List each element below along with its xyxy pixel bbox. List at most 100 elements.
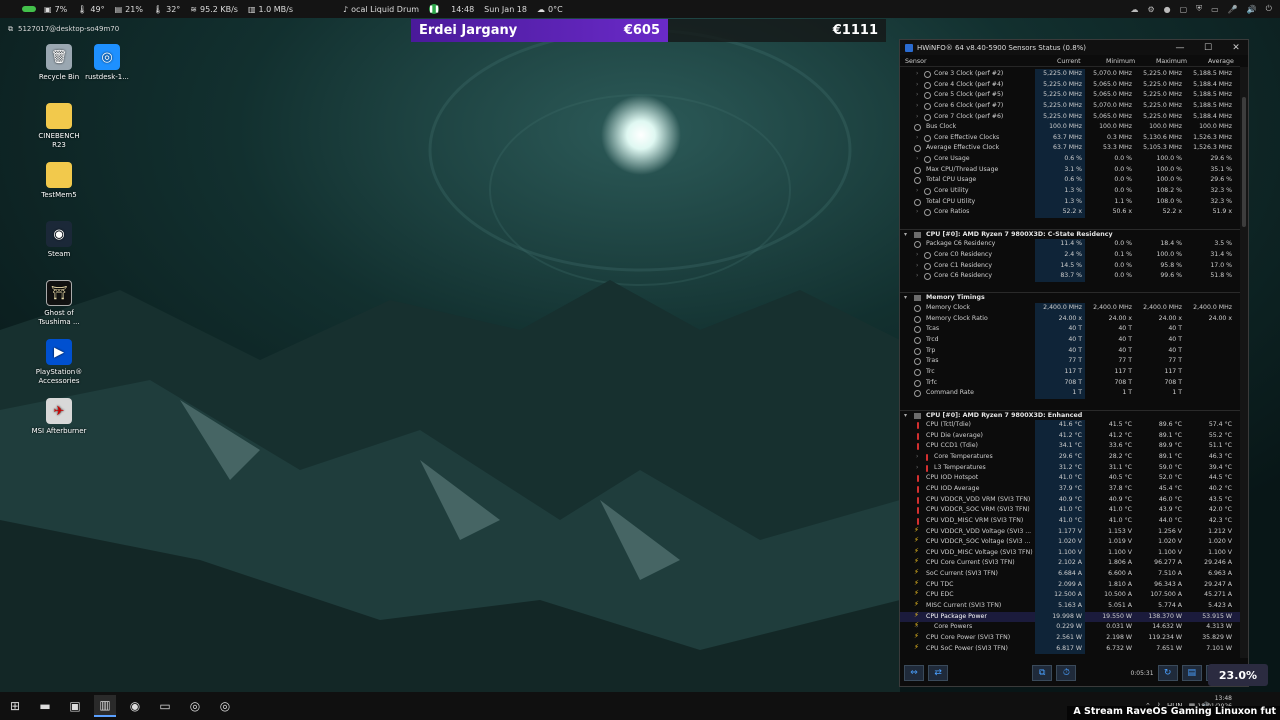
obs-icon[interactable]: ◉ (124, 695, 146, 717)
col-minimum[interactable]: Minimum (1106, 58, 1135, 65)
sensor-row[interactable]: Max CPU/Thread Usage 3.1 % 0.0 % 100.0 % 35.… (900, 164, 1240, 176)
shield-icon[interactable]: ⛨ (1196, 4, 1202, 14)
col-sensor[interactable]: Sensor (905, 58, 927, 65)
network-icon[interactable]: ⧉ (1032, 665, 1053, 681)
sensor-row[interactable]: › Core Ratios 52.2 x 50.6 x 52.2 x 51.9 x (900, 207, 1240, 218)
sensor-row[interactable]: CPU IOD Hotspot 41.0 °C 40.5 °C 52.0 °C 44.5… (900, 473, 1240, 484)
hwinfo-taskbar-icon[interactable]: ▥ (94, 695, 116, 717)
expand-arrow-icon[interactable]: › (916, 207, 918, 218)
maximize-button[interactable]: ☐ (1194, 40, 1222, 55)
sensor-scrollbar[interactable] (1240, 67, 1248, 658)
sensor-row[interactable]: Trcd 40 T 40 T 40 T (900, 335, 1240, 346)
sensor-row[interactable]: CPU VDDCR_SOC VRM (SVI3 TFN) 41.0 °C 41.0 … (900, 505, 1240, 516)
sensor-row[interactable]: CPU Core Power (SVI3 TFN) 2.561 W 2.198 W1… (900, 631, 1240, 644)
expand-arrow-icon[interactable]: › (916, 271, 918, 282)
sensor-row[interactable]: CPU VDDCR_VDD VRM (SVI3 TFN) 40.9 °C 40.9 … (900, 494, 1240, 506)
settings-icon[interactable]: ⚙ (1147, 5, 1154, 14)
sensor-row[interactable]: Trp 40 T 40 T 40 T (900, 345, 1240, 357)
sensor-row[interactable]: › Core 5 Clock (perf #5) 5,225.0 MHz 5,065.… (900, 90, 1240, 101)
expand-arrow-icon[interactable]: › (916, 154, 918, 165)
cloud-icon[interactable]: ☁ (1130, 5, 1138, 14)
desktop-icon-playstation-accessories[interactable]: ▶ PlayStation® Accessories (31, 339, 87, 386)
expand-arrow-icon[interactable]: › (916, 101, 918, 112)
expand-arrow-icon[interactable]: › (916, 261, 918, 272)
sensor-row[interactable]: › Core 3 Clock (perf #2) 5,225.0 MHz 5,070.… (900, 69, 1240, 80)
close-button[interactable]: ✕ (1222, 40, 1250, 55)
col-average[interactable]: Average (1208, 58, 1234, 65)
sensor-row[interactable]: › Core Utility 1.3 % 0.0 % 108.2 % 32.3 % (900, 186, 1240, 197)
sensor-row[interactable]: › L3 Temperatures 31.2 °C 31.1 °C 59.0 °C 39.… (900, 462, 1240, 474)
sensor-row[interactable]: CPU SoC Power (SVI3 TFN) 6.817 W 6.732 W 7.… (900, 642, 1240, 655)
expand-arrow-icon[interactable]: › (916, 133, 918, 144)
sensor-row[interactable]: › Core Powers 0.229 W 0.031 W 14.632 W 4.313 … (900, 620, 1240, 633)
sensor-row[interactable]: › Core Usage 0.6 % 0.0 % 100.0 % 29.6 % (900, 154, 1240, 165)
sensor-row[interactable]: › Core 6 Clock (perf #7) 5,225.0 MHz 5,070.… (900, 100, 1240, 112)
sensor-row[interactable]: › Core C1 Residency 14.5 % 0.0 % 95.8 % 17.0 … (900, 260, 1240, 272)
desktop-icon-ghost-of-tsushima[interactable]: ⛩ Ghost of Tsushima ... (31, 280, 87, 327)
chat-icon[interactable]: ▭ (1211, 5, 1219, 14)
power-icon[interactable]: ⏻ (1266, 4, 1272, 14)
sensor-row[interactable]: › Core C0 Residency 2.4 % 0.1 % 100.0 % 31.4 … (900, 249, 1240, 261)
expand-arrow-icon[interactable]: › (916, 463, 918, 474)
sensor-row[interactable]: CPU VDD_MISC Voltage (SVI3 TFN) 1.100 V 1.… (900, 546, 1240, 559)
expand-arrow-icon[interactable]: › (916, 112, 918, 123)
sensor-row[interactable]: CPU VDD_MISC VRM (SVI3 TFN) 41.0 °C 41.0 °… (900, 515, 1240, 527)
sensor-row[interactable]: Tras 77 T 77 T 77 T (900, 356, 1240, 367)
sensor-row[interactable]: › Core 7 Clock (perf #6) 5,225.0 MHz 5,065.… (900, 111, 1240, 123)
scrollbar-thumb[interactable] (1242, 97, 1246, 227)
clock-icon[interactable]: ⏱ (1056, 665, 1077, 681)
sensor-row[interactable]: CPU (Tctl/Tdie) 41.6 °C 41.5 °C 89.6 °C 57.4… (900, 420, 1240, 431)
report-icon[interactable]: ▤ (1181, 665, 1202, 681)
sensor-row[interactable]: Total CPU Usage 0.6 % 0.0 % 100.0 % 29.6 % (900, 175, 1240, 187)
sensor-row[interactable]: CPU Package Power 19.998 W 19.550 W 138.370… (900, 610, 1240, 623)
volume-icon[interactable]: 🔊 (1247, 5, 1257, 14)
sensor-row[interactable]: Command Rate 1 T1 T1 T (900, 388, 1240, 399)
sensor-group-header[interactable]: ▾ CPU [#0]: AMD Ryzen 7 9800X3D: C-State … (900, 228, 1240, 240)
store-icon[interactable]: ▣ (64, 695, 86, 717)
expand-collapse-icon[interactable]: ⇔ (904, 665, 925, 681)
mic-icon[interactable]: 🎤 (1228, 5, 1238, 14)
start-icon[interactable]: ⊞ (4, 695, 26, 717)
collapse-icon[interactable]: ⇄ (928, 665, 949, 681)
play-pause-icon[interactable]: ❚❚ (428, 4, 440, 14)
rustdesk-taskbar-icon[interactable]: ◎ (184, 695, 206, 717)
expand-arrow-icon[interactable]: › (916, 452, 918, 463)
sensor-row[interactable]: Bus Clock 100.0 MHz 100.0 MHz 100.0 MHz 100.… (900, 122, 1240, 133)
sensor-row[interactable]: › Core Temperatures 29.6 °C 28.2 °C 89.1 °C 4… (900, 452, 1240, 463)
sensor-row[interactable]: Memory Clock Ratio 24.00 x 24.00 x 24.00 x2… (900, 313, 1240, 325)
desktop-icon-steam[interactable]: ◉ Steam (31, 221, 87, 259)
file-explorer-icon[interactable]: ▬ (34, 695, 56, 717)
sensor-row[interactable]: CPU Die (average) 41.2 °C 41.2 °C 89.1 °C 55… (900, 430, 1240, 442)
sensor-row[interactable]: Package C6 Residency 11.4 % 0.0 % 18.4 % 3.5… (900, 239, 1240, 250)
sensor-row[interactable]: › Core Effective Clocks 63.7 MHz 0.3 MHz 5,1… (900, 132, 1240, 144)
remote-session-bar[interactable]: ⧉ 5127017@desktop-so49m70 (0, 22, 119, 36)
sensor-row[interactable]: SoC Current (SVI3 TFN) 6.684 A 6.600 A 7.51… (900, 567, 1240, 580)
sensor-row[interactable]: CPU Core Current (SVI3 TFN) 2.102 A 1.806 … (900, 556, 1240, 570)
reset-icon[interactable]: ↻ (1157, 665, 1178, 681)
expand-arrow-icon[interactable]: › (916, 80, 918, 91)
minimize-button[interactable]: — (1166, 40, 1194, 55)
screen-icon[interactable]: ▢ (1180, 5, 1188, 14)
sensor-row[interactable]: Trfc 708 T 708 T 708 T (900, 377, 1240, 389)
media-title[interactable]: ♪ ocal Liquid Drum (343, 5, 419, 14)
sensor-row[interactable]: MISC Current (SVI3 TFN) 5.163 A 5.051 A 5.7… (900, 599, 1240, 612)
sensor-row[interactable]: CPU VDDCR_VDD Voltage (SVI3 ... 1.177 V 1.… (900, 525, 1240, 538)
desktop-icon-testmem5[interactable]: TestMem5 (31, 162, 87, 200)
desktop-icon-cinebench[interactable]: CINEBENCH R23 (31, 103, 87, 150)
rustdesk-window-icon[interactable]: ◎ (214, 695, 236, 717)
sensor-row[interactable]: CPU CCD1 (Tdie) 34.1 °C 33.6 °C 89.9 °C 51.1… (900, 441, 1240, 453)
expand-arrow-icon[interactable]: › (916, 186, 918, 197)
sensor-row[interactable]: CPU VDDCR_SOC Voltage (SVI3 ... 1.020 V 1.… (900, 535, 1240, 548)
sensor-row[interactable]: Trc 117 T 117 T 117 T (900, 366, 1240, 378)
sensor-row[interactable]: CPU IOD Average 37.9 °C 37.8 °C 45.4 °C 40.2… (900, 483, 1240, 495)
sensor-row[interactable]: › Core 4 Clock (perf #4) 5,225.0 MHz 5,065.… (900, 79, 1240, 91)
col-current[interactable]: Current (1057, 58, 1081, 65)
col-maximum[interactable]: Maximum (1156, 58, 1187, 65)
nvidia-icon[interactable]: ▭ (154, 695, 176, 717)
expand-arrow-icon[interactable]: › (916, 69, 918, 80)
desktop-icon-msi-afterburner[interactable]: ✈ MSI Afterburner (31, 398, 87, 436)
sensor-row[interactable]: Memory Clock 2,400.0 MHz 2,400.0 MHz 2,400.… (900, 303, 1240, 314)
desktop-icon-rustdesk[interactable]: ◎ rustdesk-1... (79, 44, 135, 82)
expand-arrow-icon[interactable]: › (916, 90, 918, 101)
sensor-group-header[interactable]: ▾ CPU [#0]: AMD Ryzen 7 9800X3D: Enhanced (900, 409, 1240, 421)
